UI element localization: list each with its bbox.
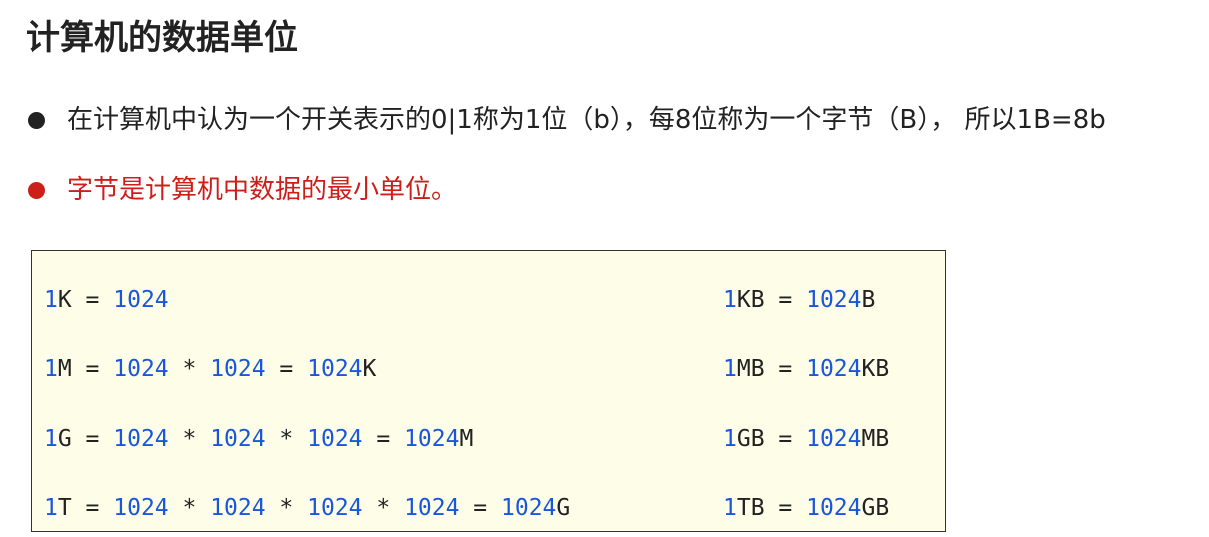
code-number-token: 1024 <box>210 426 266 452</box>
code-line-gb: 1GB = 1024MB <box>723 423 889 455</box>
code-line-kb: 1KB = 1024B <box>723 284 875 316</box>
code-number-token: 1024 <box>113 495 169 521</box>
code-number-token: 1024 <box>210 495 266 521</box>
code-text-token: MB = <box>736 356 807 382</box>
page-title: 计算机的数据单位 <box>26 18 298 58</box>
bullet-item-bit-definition: 在计算机中认为一个开关表示的0|1称为1位（b），每8位称为一个字节（B）， 所… <box>28 100 1106 140</box>
code-number-token: 1024 <box>501 495 557 521</box>
code-number-token: 1 <box>723 426 737 452</box>
code-text-token: KB = <box>736 287 807 313</box>
bullet-text-byte-minimum: 字节是计算机中数据的最小单位。 <box>67 175 458 205</box>
code-line-m: 1M = 1024 * 1024 = 1024K <box>44 353 376 385</box>
code-number-token: 1024 <box>307 426 363 452</box>
code-text-token: GB <box>861 495 890 521</box>
code-number-token: 1024 <box>113 356 169 382</box>
code-text-token: M <box>459 426 474 452</box>
code-number-token: 1024 <box>113 426 169 452</box>
code-number-token: 1024 <box>806 287 862 313</box>
code-number-token: 1 <box>44 495 58 521</box>
bullet-text-bit-definition: 在计算机中认为一个开关表示的0|1称为1位（b），每8位称为一个字节（B）， 所… <box>67 105 1106 135</box>
code-line-g: 1G = 1024 * 1024 * 1024 = 1024M <box>44 423 473 455</box>
code-number-token: 1 <box>723 356 737 382</box>
code-text-token: TB = <box>736 495 807 521</box>
code-number-token: 1024 <box>404 426 460 452</box>
bullet-dot-icon-red <box>28 181 45 199</box>
code-number-token: 1 <box>44 287 58 313</box>
code-text-token: M = <box>57 356 114 382</box>
code-number-token: 1024 <box>806 356 862 382</box>
bullet-dot-icon <box>28 111 45 129</box>
code-text-token: T = <box>57 495 114 521</box>
code-number-token: 1 <box>44 426 58 452</box>
code-text-token: B <box>861 287 876 313</box>
code-number-token: 1024 <box>307 495 363 521</box>
code-text-token: * <box>362 495 405 521</box>
code-number-token: 1024 <box>806 495 862 521</box>
code-text-token: = <box>459 495 501 521</box>
code-line-tb: 1TB = 1024GB <box>723 492 889 524</box>
code-number-token: 1024 <box>806 426 862 452</box>
code-number-token: 1 <box>723 287 737 313</box>
code-text-token: = <box>265 356 308 382</box>
code-number-token: 1024 <box>307 356 363 382</box>
code-text-token: K <box>362 356 377 382</box>
code-text-token: * <box>168 495 211 521</box>
code-text-token: G <box>556 495 571 521</box>
code-number-token: 1024 <box>113 287 169 313</box>
code-line-t: 1T = 1024 * 1024 * 1024 * 1024 = 1024G <box>44 492 570 524</box>
code-text-token: K = <box>57 287 114 313</box>
code-text-token: GB = <box>736 426 807 452</box>
code-number-token: 1 <box>723 495 737 521</box>
code-line-k: 1K = 1024 <box>44 284 169 316</box>
code-text-token: * <box>265 495 308 521</box>
code-text-token: * <box>168 356 211 382</box>
code-text-token: KB <box>861 356 890 382</box>
code-text-token: * <box>265 426 308 452</box>
bullet-item-byte-minimum: 字节是计算机中数据的最小单位。 <box>28 170 457 210</box>
code-text-token: G = <box>57 426 114 452</box>
unit-conversion-code-block: 1K = 1024 1M = 1024 * 1024 = 1024K 1G = … <box>31 250 946 532</box>
code-number-token: 1024 <box>404 495 460 521</box>
code-line-mb: 1MB = 1024KB <box>723 353 889 385</box>
code-number-token: 1 <box>44 356 58 382</box>
code-text-token: = <box>362 426 405 452</box>
code-text-token: MB <box>861 426 890 452</box>
code-number-token: 1024 <box>210 356 266 382</box>
code-text-token: * <box>168 426 211 452</box>
